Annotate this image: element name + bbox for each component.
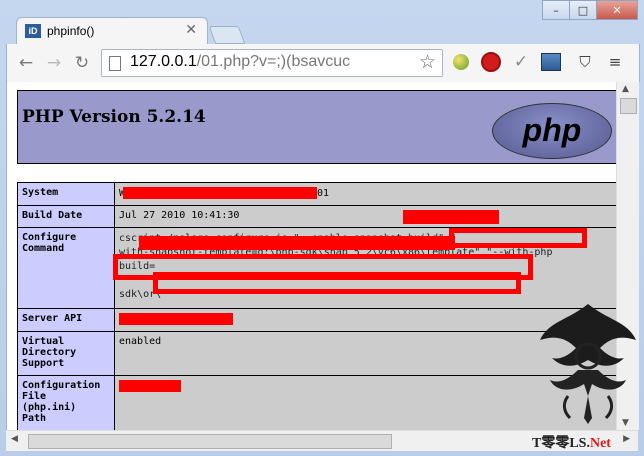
- php-logo-text: php: [522, 112, 582, 148]
- redaction: [139, 236, 455, 250]
- scroll-left-icon[interactable]: ◀: [11, 434, 18, 444]
- table-row: System W01: [17, 182, 617, 206]
- row-label: Configure Command: [17, 227, 115, 309]
- favicon-icon: iD: [25, 24, 41, 38]
- table-row: Build Date Jul 27 2010 10:41:30: [17, 205, 617, 228]
- forward-arrow-icon[interactable]: →: [43, 52, 65, 74]
- menu-icon[interactable]: ≡: [605, 52, 625, 72]
- checkmark-icon[interactable]: ✓: [511, 52, 531, 72]
- row-value: W01: [114, 182, 617, 206]
- adblock-stop-icon[interactable]: [481, 52, 501, 72]
- close-tab-icon[interactable]: ✕: [185, 22, 197, 38]
- tab-bar: iD phpinfo() ✕ – □ ✕: [0, 0, 644, 45]
- redaction: [119, 313, 233, 325]
- page-title: PHP Version 5.2.14: [22, 107, 206, 127]
- browser-window: iD phpinfo() ✕ – □ ✕ ← → ↻ 127.0.0.1/01.…: [0, 0, 644, 456]
- watermark-text: T零零LS.Net: [532, 436, 611, 451]
- php-logo: php: [492, 103, 612, 159]
- close-window-button[interactable]: ✕: [596, 0, 638, 20]
- screen-capture-icon[interactable]: [541, 52, 561, 72]
- new-tab-button[interactable]: [208, 26, 246, 44]
- row-label: Server API: [17, 308, 115, 332]
- phpinfo-table: System W01 Build Date Jul 27 2010 10:41:…: [17, 182, 617, 430]
- redaction: [403, 210, 499, 224]
- scroll-thumb[interactable]: [28, 434, 392, 449]
- row-label: Virtual Directory Support: [17, 331, 115, 376]
- maximize-button[interactable]: □: [569, 0, 597, 20]
- redaction: [123, 187, 317, 199]
- scroll-right-icon[interactable]: ▶: [623, 434, 630, 444]
- address-bar[interactable]: 127.0.0.1/01.php?v=;)(bsavcuc ☆: [101, 49, 443, 77]
- reload-icon[interactable]: ↻: [71, 52, 93, 74]
- row-label: Build Date: [17, 205, 115, 228]
- scroll-thumb[interactable]: [620, 98, 637, 114]
- redaction-box: [449, 228, 587, 248]
- back-arrow-icon[interactable]: ←: [15, 52, 37, 74]
- url-path: /01.php?v=;)(bsavcuc: [196, 53, 351, 70]
- url-text[interactable]: 127.0.0.1/01.php?v=;)(bsavcuc: [130, 53, 350, 71]
- tab-phpinfo[interactable]: iD phpinfo() ✕: [16, 17, 208, 45]
- minimize-button[interactable]: –: [542, 0, 570, 20]
- navigation-toolbar: ← → ↻ 127.0.0.1/01.php?v=;)(bsavcuc ☆ ✓ …: [6, 44, 640, 82]
- scroll-up-icon[interactable]: ▲: [622, 84, 629, 94]
- table-row: Virtual Directory Support enabled: [17, 331, 617, 376]
- redaction-box: [153, 272, 521, 294]
- table-row: Configuration File (php.ini) Path: [17, 375, 617, 430]
- table-row: Server API: [17, 308, 617, 332]
- row-value: Jul 27 2010 10:41:30: [114, 205, 617, 228]
- extension-ball-icon[interactable]: [451, 52, 471, 72]
- row-label: Configuration File (php.ini) Path: [17, 375, 115, 430]
- page-viewport: PHP Version 5.2.14 php System W01 Build …: [6, 82, 617, 430]
- window-controls: – □ ✕: [542, 0, 638, 20]
- tab-title: phpinfo(): [47, 24, 95, 38]
- redaction: [119, 380, 181, 392]
- url-host: 127.0.0.1: [130, 53, 197, 70]
- shield-icon[interactable]: ⛉: [575, 52, 595, 72]
- page-icon: [109, 56, 121, 71]
- php-version-header: PHP Version 5.2.14 php: [17, 90, 617, 164]
- star-icon[interactable]: ☆: [419, 51, 436, 73]
- row-label: System: [17, 182, 115, 206]
- watermark-emblem: [540, 304, 636, 424]
